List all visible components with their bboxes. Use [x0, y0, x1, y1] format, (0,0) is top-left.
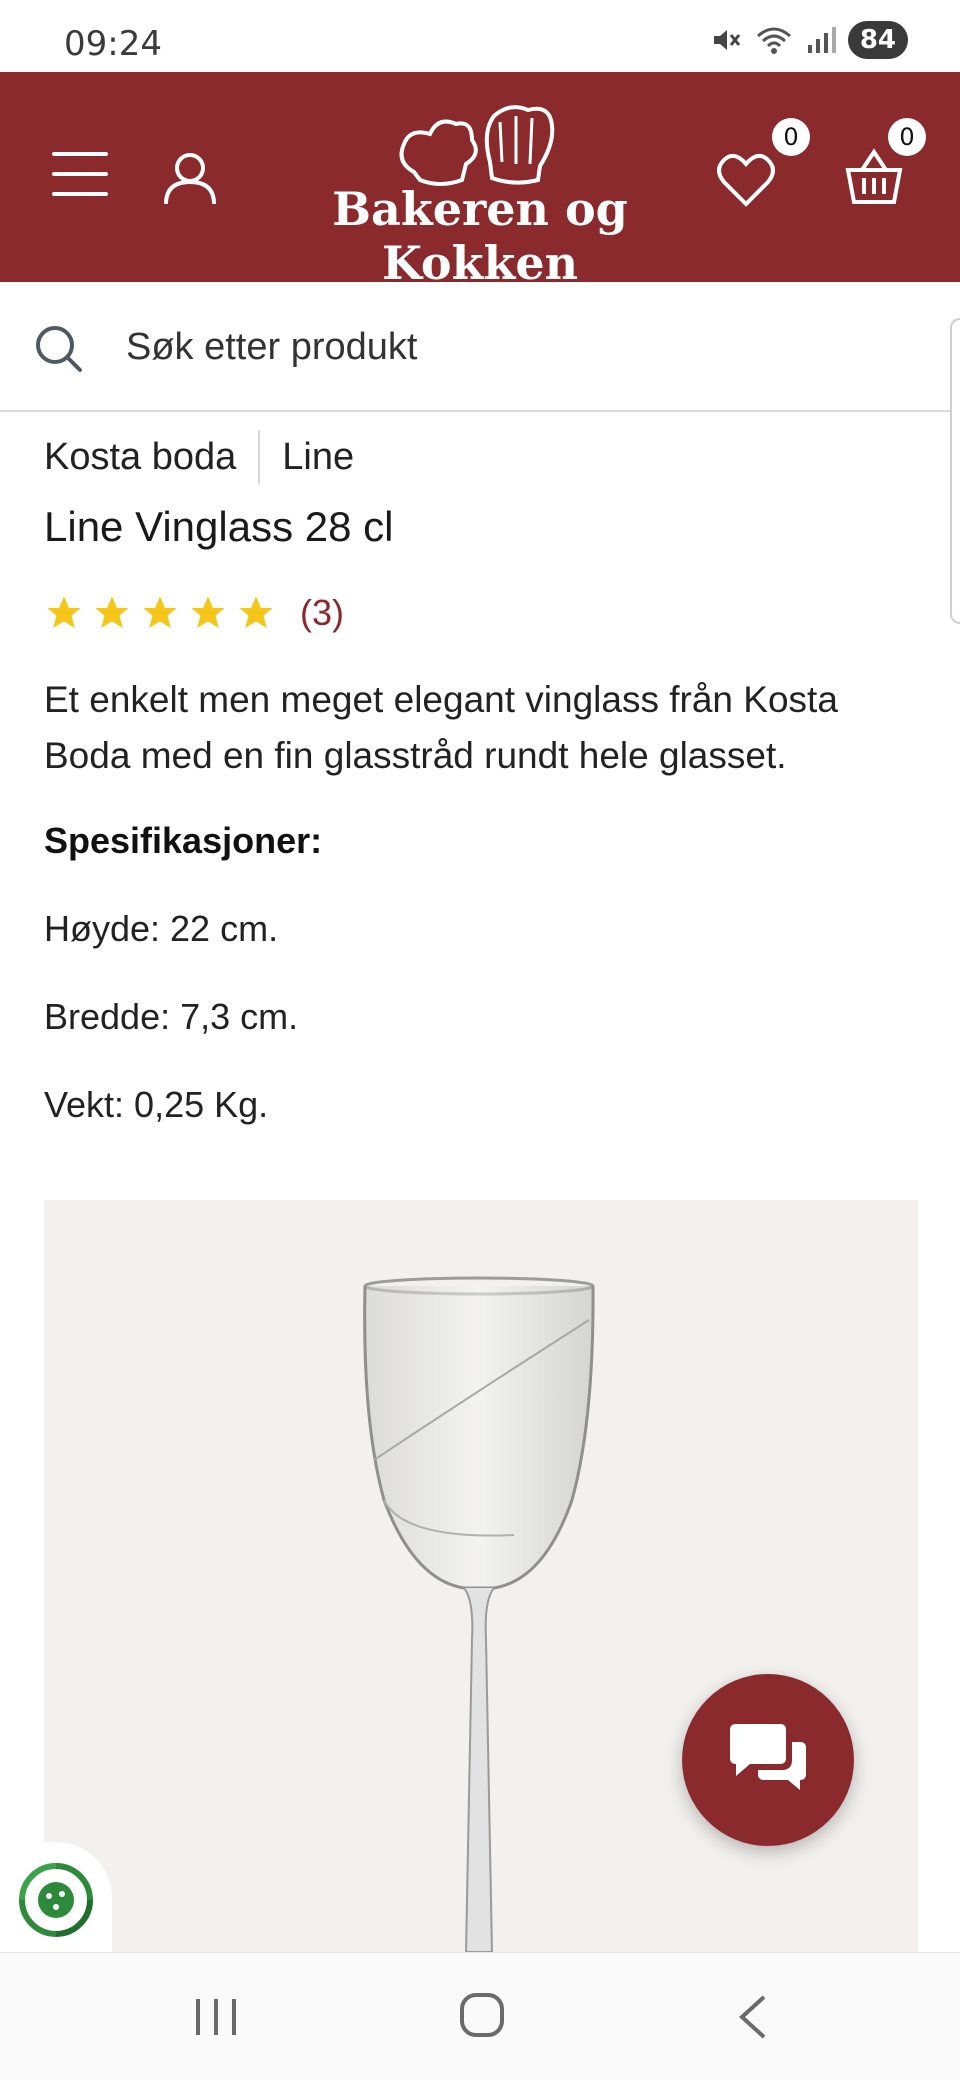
star-icon [191, 596, 225, 628]
star-icon [47, 596, 81, 628]
star-icon [239, 596, 273, 628]
status-time: 09:24 [64, 24, 162, 64]
breadcrumb-collection-link[interactable]: Line [282, 436, 354, 479]
star-icon [95, 596, 129, 628]
home-icon[interactable] [458, 1991, 506, 2039]
cart-count-badge: 0 [888, 118, 926, 156]
mute-icon [713, 30, 740, 50]
status-icons: 84 [710, 20, 908, 60]
eco-badge[interactable] [0, 1842, 112, 1954]
wishlist-count-badge: 0 [772, 118, 810, 156]
breadcrumb: Kosta boda Line [44, 430, 354, 484]
breadcrumb-divider [258, 430, 261, 484]
search-icon[interactable] [34, 324, 84, 374]
site-header: Bakeren og Kokken [0, 72, 960, 290]
system-nav-bar [0, 1952, 960, 2080]
user-icon[interactable] [162, 150, 218, 206]
chef-hats-logo-icon [399, 105, 555, 186]
spec-height: Høyde: 22 cm. [44, 908, 279, 949]
product-description: Et enkelt men meget elegant vinglass frå… [44, 679, 838, 776]
spec-width: Bredde: 7,3 cm. [44, 996, 299, 1037]
signal-icon [807, 27, 836, 53]
logo-text: Bakeren og Kokken [332, 182, 628, 290]
spec-weight: Vekt: 0,25 Kg. [44, 1084, 269, 1125]
status-bar: 09:24 84 [0, 0, 960, 72]
heart-icon[interactable] [716, 152, 776, 208]
recent-apps-icon[interactable] [194, 1995, 238, 2039]
review-count[interactable]: (3) [300, 592, 344, 634]
breadcrumb-brand-link[interactable]: Kosta boda [44, 436, 236, 479]
search-input[interactable] [126, 312, 906, 382]
product-title: Line Vinglass 28 cl [44, 503, 394, 550]
hamburger-menu-icon[interactable] [52, 152, 108, 196]
basket-icon[interactable] [844, 148, 904, 206]
product-rating[interactable]: (3) [44, 592, 344, 634]
chat-button[interactable] [682, 1674, 854, 1846]
star-icon [143, 596, 177, 628]
chat-bubbles-icon [730, 1724, 806, 1790]
battery-indicator: 84 [847, 21, 908, 59]
search-bar [0, 282, 960, 412]
site-logo[interactable]: Bakeren og Kokken [270, 102, 690, 290]
wifi-icon [756, 27, 791, 54]
scrollbar-thumb[interactable] [950, 318, 960, 624]
specs-heading: Spesifikasjoner: [44, 820, 323, 861]
recycle-icon [19, 1863, 93, 1937]
back-icon[interactable] [734, 1993, 774, 2041]
